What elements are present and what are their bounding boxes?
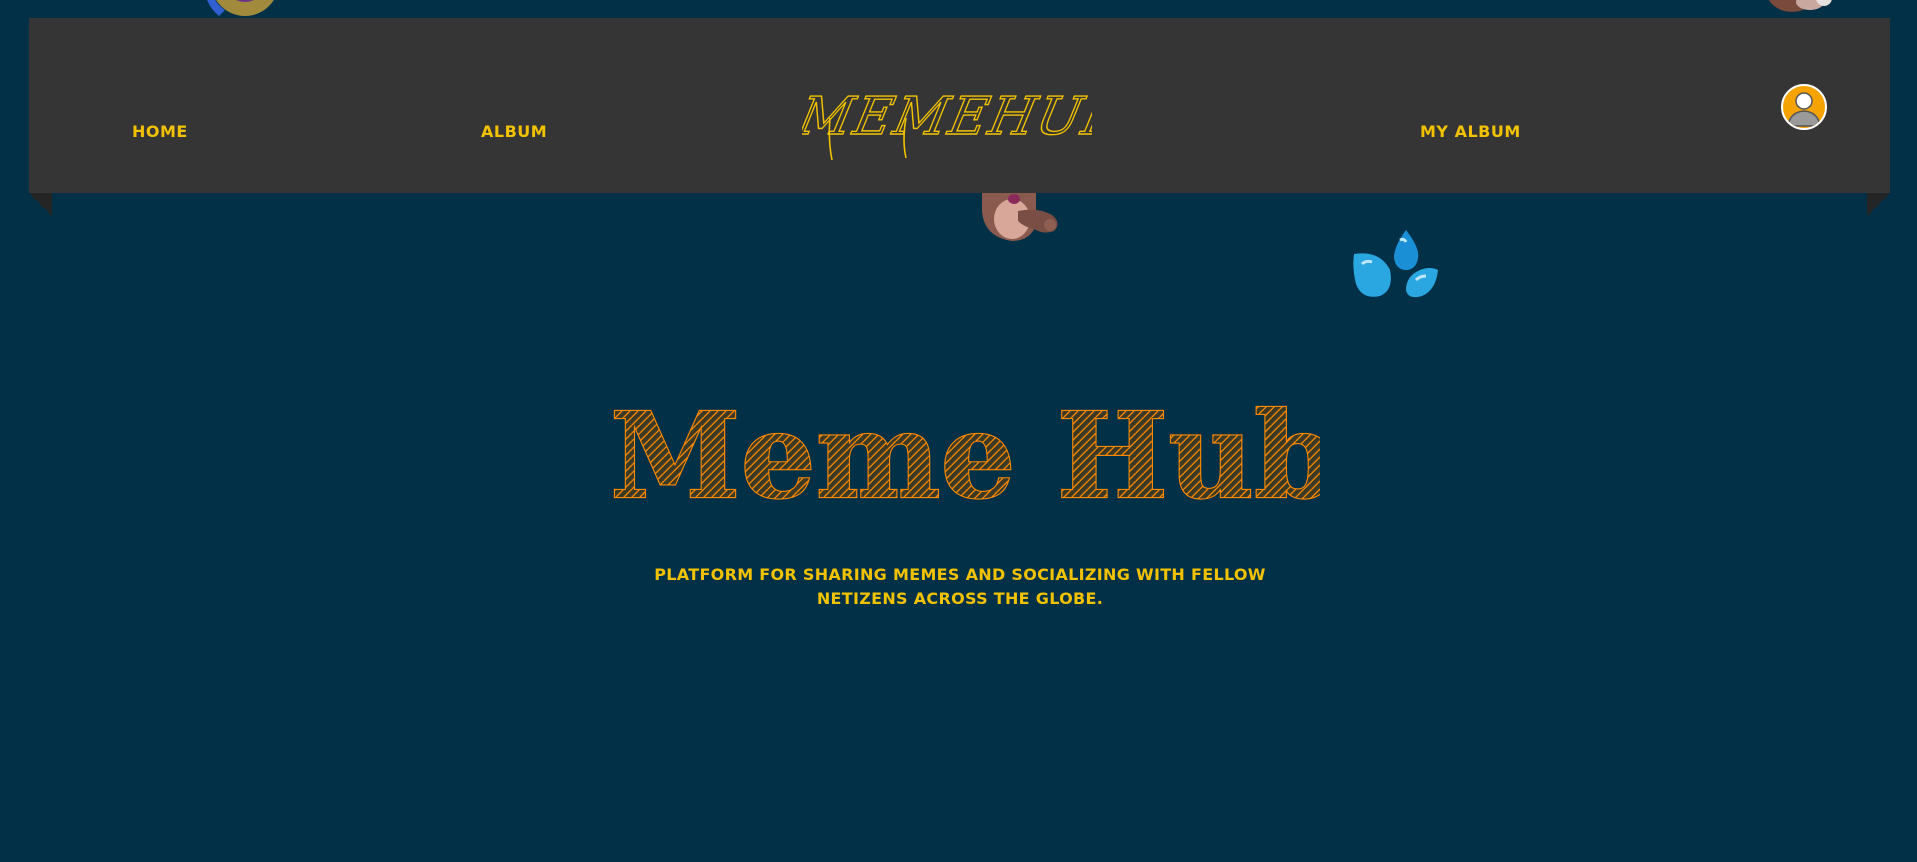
bear-emoji-icon <box>1762 0 1832 20</box>
sweat-drops-emoji-icon <box>1350 228 1442 300</box>
user-avatar-icon[interactable] <box>1781 84 1827 130</box>
hero-title: Meme Hub <box>600 385 1338 526</box>
page: HOME ALBUM MY ALBUM MEMEHUB Meme Hub PLA… <box>0 0 1917 862</box>
nav-link-my-album[interactable]: MY ALBUM <box>1420 122 1521 141</box>
nav-link-album[interactable]: ALBUM <box>481 122 547 141</box>
face-emoji-icon <box>978 185 1060 245</box>
nav-link-home[interactable]: HOME <box>132 122 188 141</box>
navbar-fold-left <box>29 193 52 216</box>
hero-subtitle: PLATFORM FOR SHARING MEMES AND SOCIALIZI… <box>654 565 1266 608</box>
site-logo[interactable]: MEMEHUB <box>792 78 1131 168</box>
donut-emoji-icon <box>205 0 283 16</box>
hero-title-text: Meme Hub <box>610 386 1320 515</box>
site-logo-text: MEMEHUB <box>802 87 1092 147</box>
navbar-fold-right <box>1867 193 1890 216</box>
